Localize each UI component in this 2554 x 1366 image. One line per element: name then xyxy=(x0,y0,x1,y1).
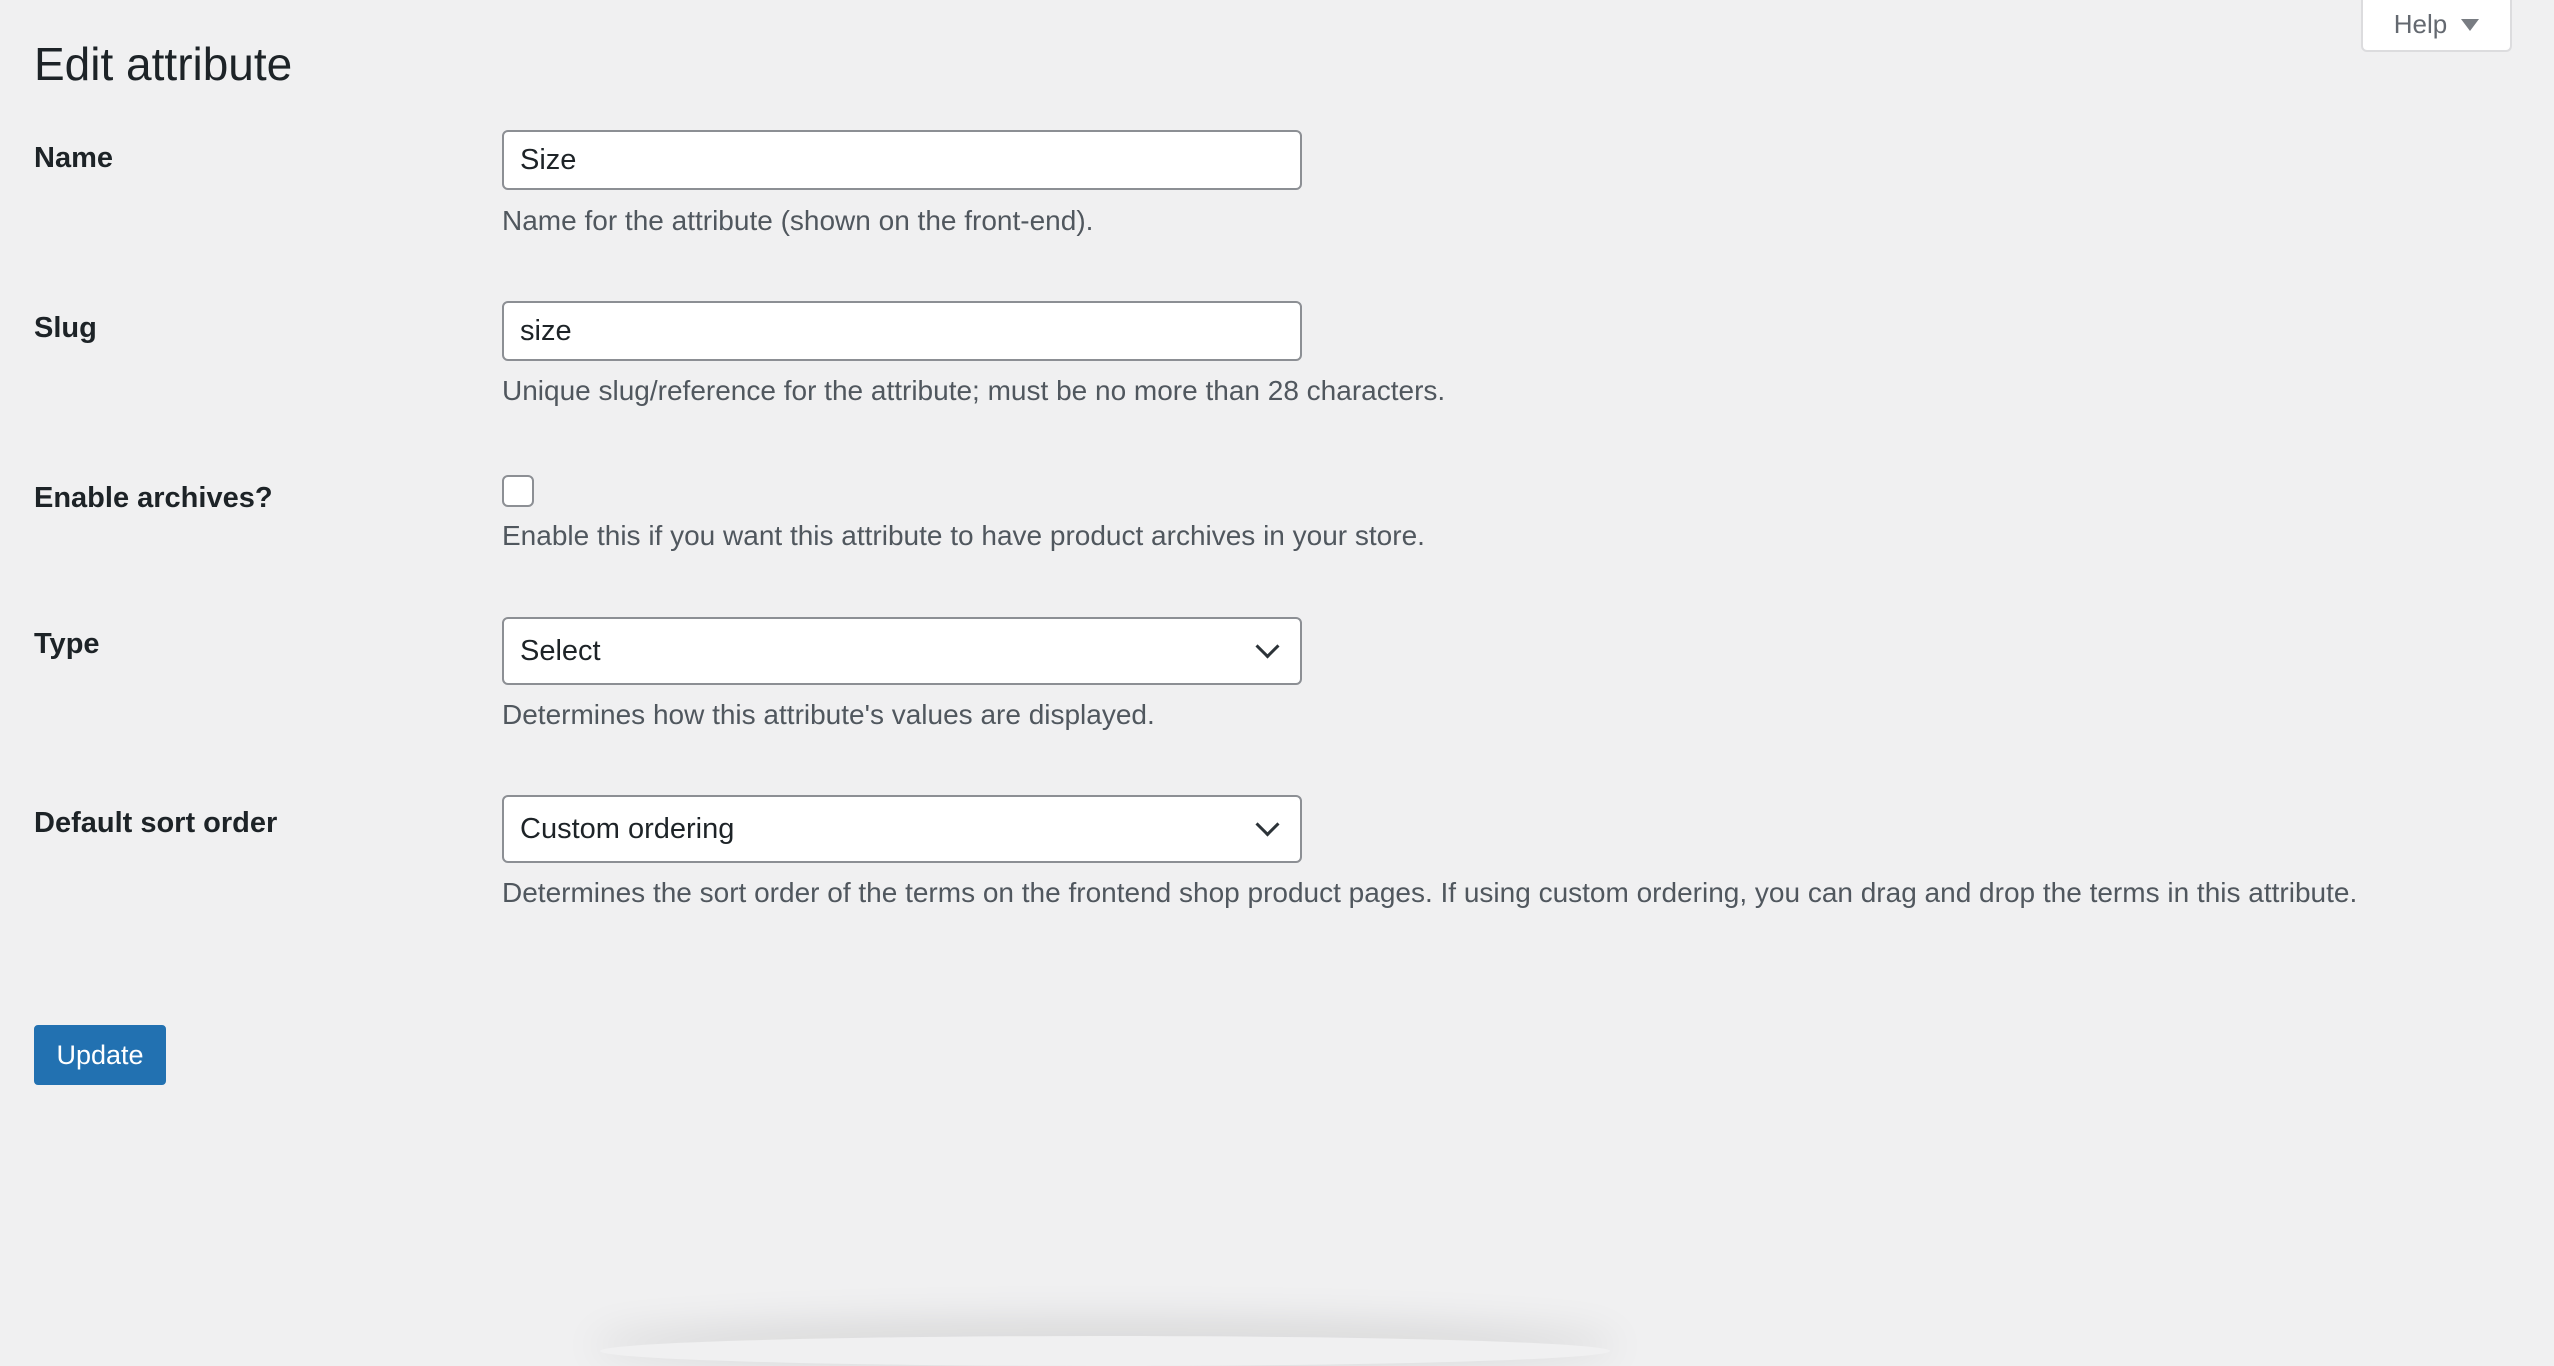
chevron-down-icon xyxy=(1255,811,1280,837)
chevron-down-icon xyxy=(1255,633,1280,659)
type-label: Type xyxy=(34,628,100,660)
type-description: Determines how this attribute's values a… xyxy=(502,699,1155,730)
slug-description: Unique slug/reference for the attribute;… xyxy=(502,375,1446,406)
update-button[interactable]: Update xyxy=(34,1025,166,1085)
slug-input[interactable] xyxy=(502,301,1302,361)
enable-archives-label: Enable archives? xyxy=(34,482,273,514)
help-label: Help xyxy=(2393,8,2448,39)
sort-order-label: Default sort order xyxy=(34,807,278,839)
type-select[interactable]: Select xyxy=(502,617,1302,685)
enable-archives-checkbox[interactable] xyxy=(502,475,534,507)
help-button[interactable]: Help xyxy=(2361,0,2512,52)
sort-order-description: Determines the sort order of the terms o… xyxy=(502,877,2358,908)
triangle-down-icon xyxy=(2461,19,2480,31)
name-input[interactable] xyxy=(502,130,1302,190)
sort-order-select[interactable]: Custom ordering xyxy=(502,795,1302,863)
bottom-shadow xyxy=(600,1336,1610,1366)
enable-archives-description: Enable this if you want this attribute t… xyxy=(502,520,1425,551)
sort-order-select-value: Custom ordering xyxy=(520,812,735,845)
type-select-value: Select xyxy=(520,634,601,667)
page-title: Edit attribute xyxy=(34,38,293,90)
name-description: Name for the attribute (shown on the fro… xyxy=(502,205,1094,236)
name-label: Name xyxy=(34,142,113,174)
slug-label: Slug xyxy=(34,312,97,344)
